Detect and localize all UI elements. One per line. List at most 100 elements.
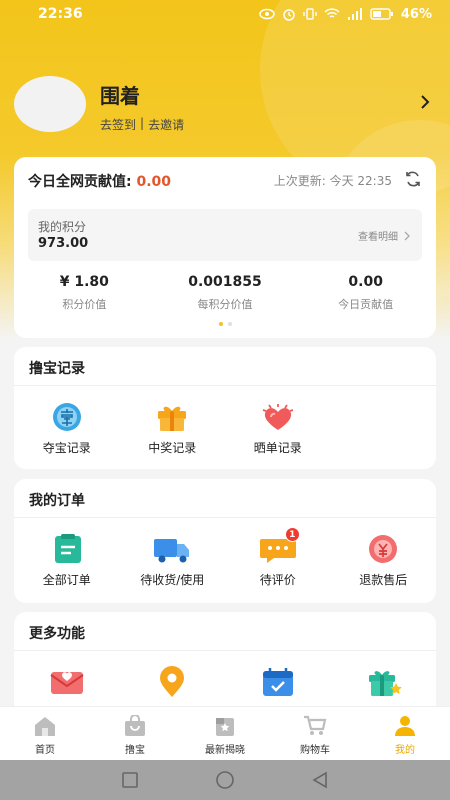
- eye-icon: [259, 8, 275, 20]
- showcase-record-button[interactable]: 晒单记录: [225, 401, 331, 456]
- battery-percent: 46%: [400, 6, 432, 22]
- signal-icon: [347, 8, 362, 20]
- contribution-card: 今日全网贡献值: 0.00 上次更新: 今天 22:35 我的积分 973.00…: [14, 157, 436, 338]
- notification-badge: 1: [284, 527, 300, 542]
- section-title: 更多功能: [29, 626, 85, 642]
- tab-treasure[interactable]: 撸宝: [90, 707, 180, 760]
- feature-mail-button[interactable]: [14, 666, 120, 698]
- item-label: 待评价: [259, 573, 296, 587]
- invite-link[interactable]: 去邀请: [148, 116, 184, 133]
- contribution-value: 0.00: [136, 174, 172, 190]
- status-bar: 22:36 46%: [0, 0, 450, 28]
- tab-home[interactable]: 首页: [0, 707, 90, 760]
- stat-label: 每积分价值: [197, 298, 253, 311]
- tab-mine[interactable]: 我的: [360, 707, 450, 760]
- item-label: 退款售后: [359, 573, 408, 587]
- item-label: 全部订单: [42, 573, 91, 587]
- treasure-records-card: 撸宝记录 夺宝记录 中奖记录 晒单记录: [14, 347, 436, 469]
- points-label: 我的积分: [38, 220, 87, 234]
- refresh-icon[interactable]: [404, 170, 422, 188]
- tab-label: 首页: [35, 745, 55, 756]
- page-dot[interactable]: [228, 322, 232, 326]
- contribution-label: 今日全网贡献值:: [28, 174, 132, 190]
- home-icon: [35, 717, 55, 736]
- stats-row: ¥ 1.80 积分价值 0.001855 每积分价值 0.00 今日贡献值: [14, 274, 436, 312]
- stat-label: 今日贡献值: [338, 298, 394, 311]
- system-nav-bar: [0, 760, 450, 800]
- all-orders-button[interactable]: 全部订单: [14, 533, 120, 588]
- gift-star-icon: [369, 671, 403, 696]
- section-title: 撸宝记录: [29, 361, 85, 377]
- page-indicator: [219, 322, 232, 326]
- bag-icon: [125, 715, 145, 736]
- heart-icon: [262, 404, 294, 430]
- item-label: 晒单记录: [253, 441, 302, 455]
- stat-per-point-value: 0.001855 每积分价值: [155, 274, 296, 312]
- tab-latest[interactable]: 最新揭晓: [180, 707, 270, 760]
- orders-icon-row: 全部订单 待收货/使用 1 待评价 退款售后: [14, 527, 437, 588]
- wifi-icon: [324, 8, 340, 18]
- avatar[interactable]: [14, 76, 86, 132]
- stat-value: ¥ 1.80: [59, 274, 109, 290]
- item-label: 中奖记录: [148, 441, 197, 455]
- section-title: 我的订单: [29, 493, 85, 509]
- divider: [14, 385, 436, 386]
- truck-icon: [154, 539, 190, 563]
- tab-label: 购物车: [300, 745, 330, 756]
- more-icon-row: [14, 666, 436, 698]
- battery-icon: [370, 8, 393, 20]
- tab-label: 我的: [395, 745, 415, 756]
- contribution-heading: 今日全网贡献值: 0.00: [28, 171, 171, 191]
- refund-aftersale-button[interactable]: 退款售后: [331, 533, 437, 588]
- tab-label: 撸宝: [125, 745, 145, 756]
- status-icons: 46%: [259, 7, 432, 22]
- cart-icon: [304, 715, 327, 735]
- treasure-icon-row: 夺宝记录 中奖记录 晒单记录: [14, 401, 436, 456]
- winning-record-button[interactable]: 中奖记录: [120, 401, 226, 456]
- home-button-icon[interactable]: [215, 770, 235, 790]
- chevron-right-icon[interactable]: [420, 94, 430, 110]
- username: 围着: [100, 84, 140, 108]
- divider: [14, 517, 436, 518]
- refund-icon: [369, 535, 398, 563]
- profile-links: 去签到 | 去邀请: [100, 116, 184, 133]
- treasure-record-icon: [52, 403, 81, 431]
- stat-label: 积分价值: [62, 298, 107, 311]
- feature-location-button[interactable]: [120, 666, 226, 698]
- divider: [14, 650, 436, 651]
- chevron-right-icon: [404, 231, 410, 240]
- view-details-label: 查看明细: [358, 232, 398, 243]
- pending-review-button[interactable]: 1 待评价: [225, 527, 331, 588]
- last-update-text: 上次更新: 今天 22:35: [273, 174, 392, 188]
- user-icon: [395, 716, 415, 736]
- view-details-link[interactable]: 查看明细: [358, 228, 410, 243]
- points-value: 973.00: [38, 236, 89, 251]
- tab-cart[interactable]: 购物车: [270, 707, 360, 760]
- announce-icon: [216, 718, 234, 736]
- stat-points-value: ¥ 1.80 积分价值: [14, 274, 155, 312]
- alarm-icon: [283, 9, 295, 21]
- item-label: 夺宝记录: [42, 441, 91, 455]
- back-icon[interactable]: [311, 771, 329, 789]
- stat-today-contribution: 0.00 今日贡献值: [295, 274, 436, 312]
- my-points-box[interactable]: 我的积分 973.00 查看明细: [28, 209, 422, 261]
- page-dot-active[interactable]: [219, 322, 223, 326]
- feature-gift-button[interactable]: [331, 666, 437, 698]
- location-icon: [160, 666, 185, 697]
- status-time: 22:36: [38, 6, 83, 22]
- checkin-link[interactable]: 去签到: [100, 116, 136, 133]
- clipboard-icon: [54, 534, 81, 563]
- stat-value: 0.001855: [188, 274, 262, 290]
- calendar-icon: [262, 668, 293, 696]
- stat-value: 0.00: [348, 274, 383, 290]
- vibrate-icon: [303, 8, 317, 20]
- profile-header[interactable]: 围着 去签到 | 去邀请: [14, 76, 436, 136]
- item-label: 待收货/使用: [140, 573, 205, 587]
- recent-apps-icon[interactable]: [121, 771, 139, 789]
- feature-calendar-button[interactable]: [225, 666, 331, 698]
- treasure-record-button[interactable]: 夺宝记录: [14, 401, 120, 456]
- tab-label: 最新揭晓: [205, 745, 245, 756]
- pending-receipt-button[interactable]: 待收货/使用: [120, 533, 226, 588]
- my-orders-card: 我的订单 全部订单 待收货/使用 1 待评价 退款售后: [14, 479, 436, 603]
- mail-heart-icon: [50, 672, 84, 694]
